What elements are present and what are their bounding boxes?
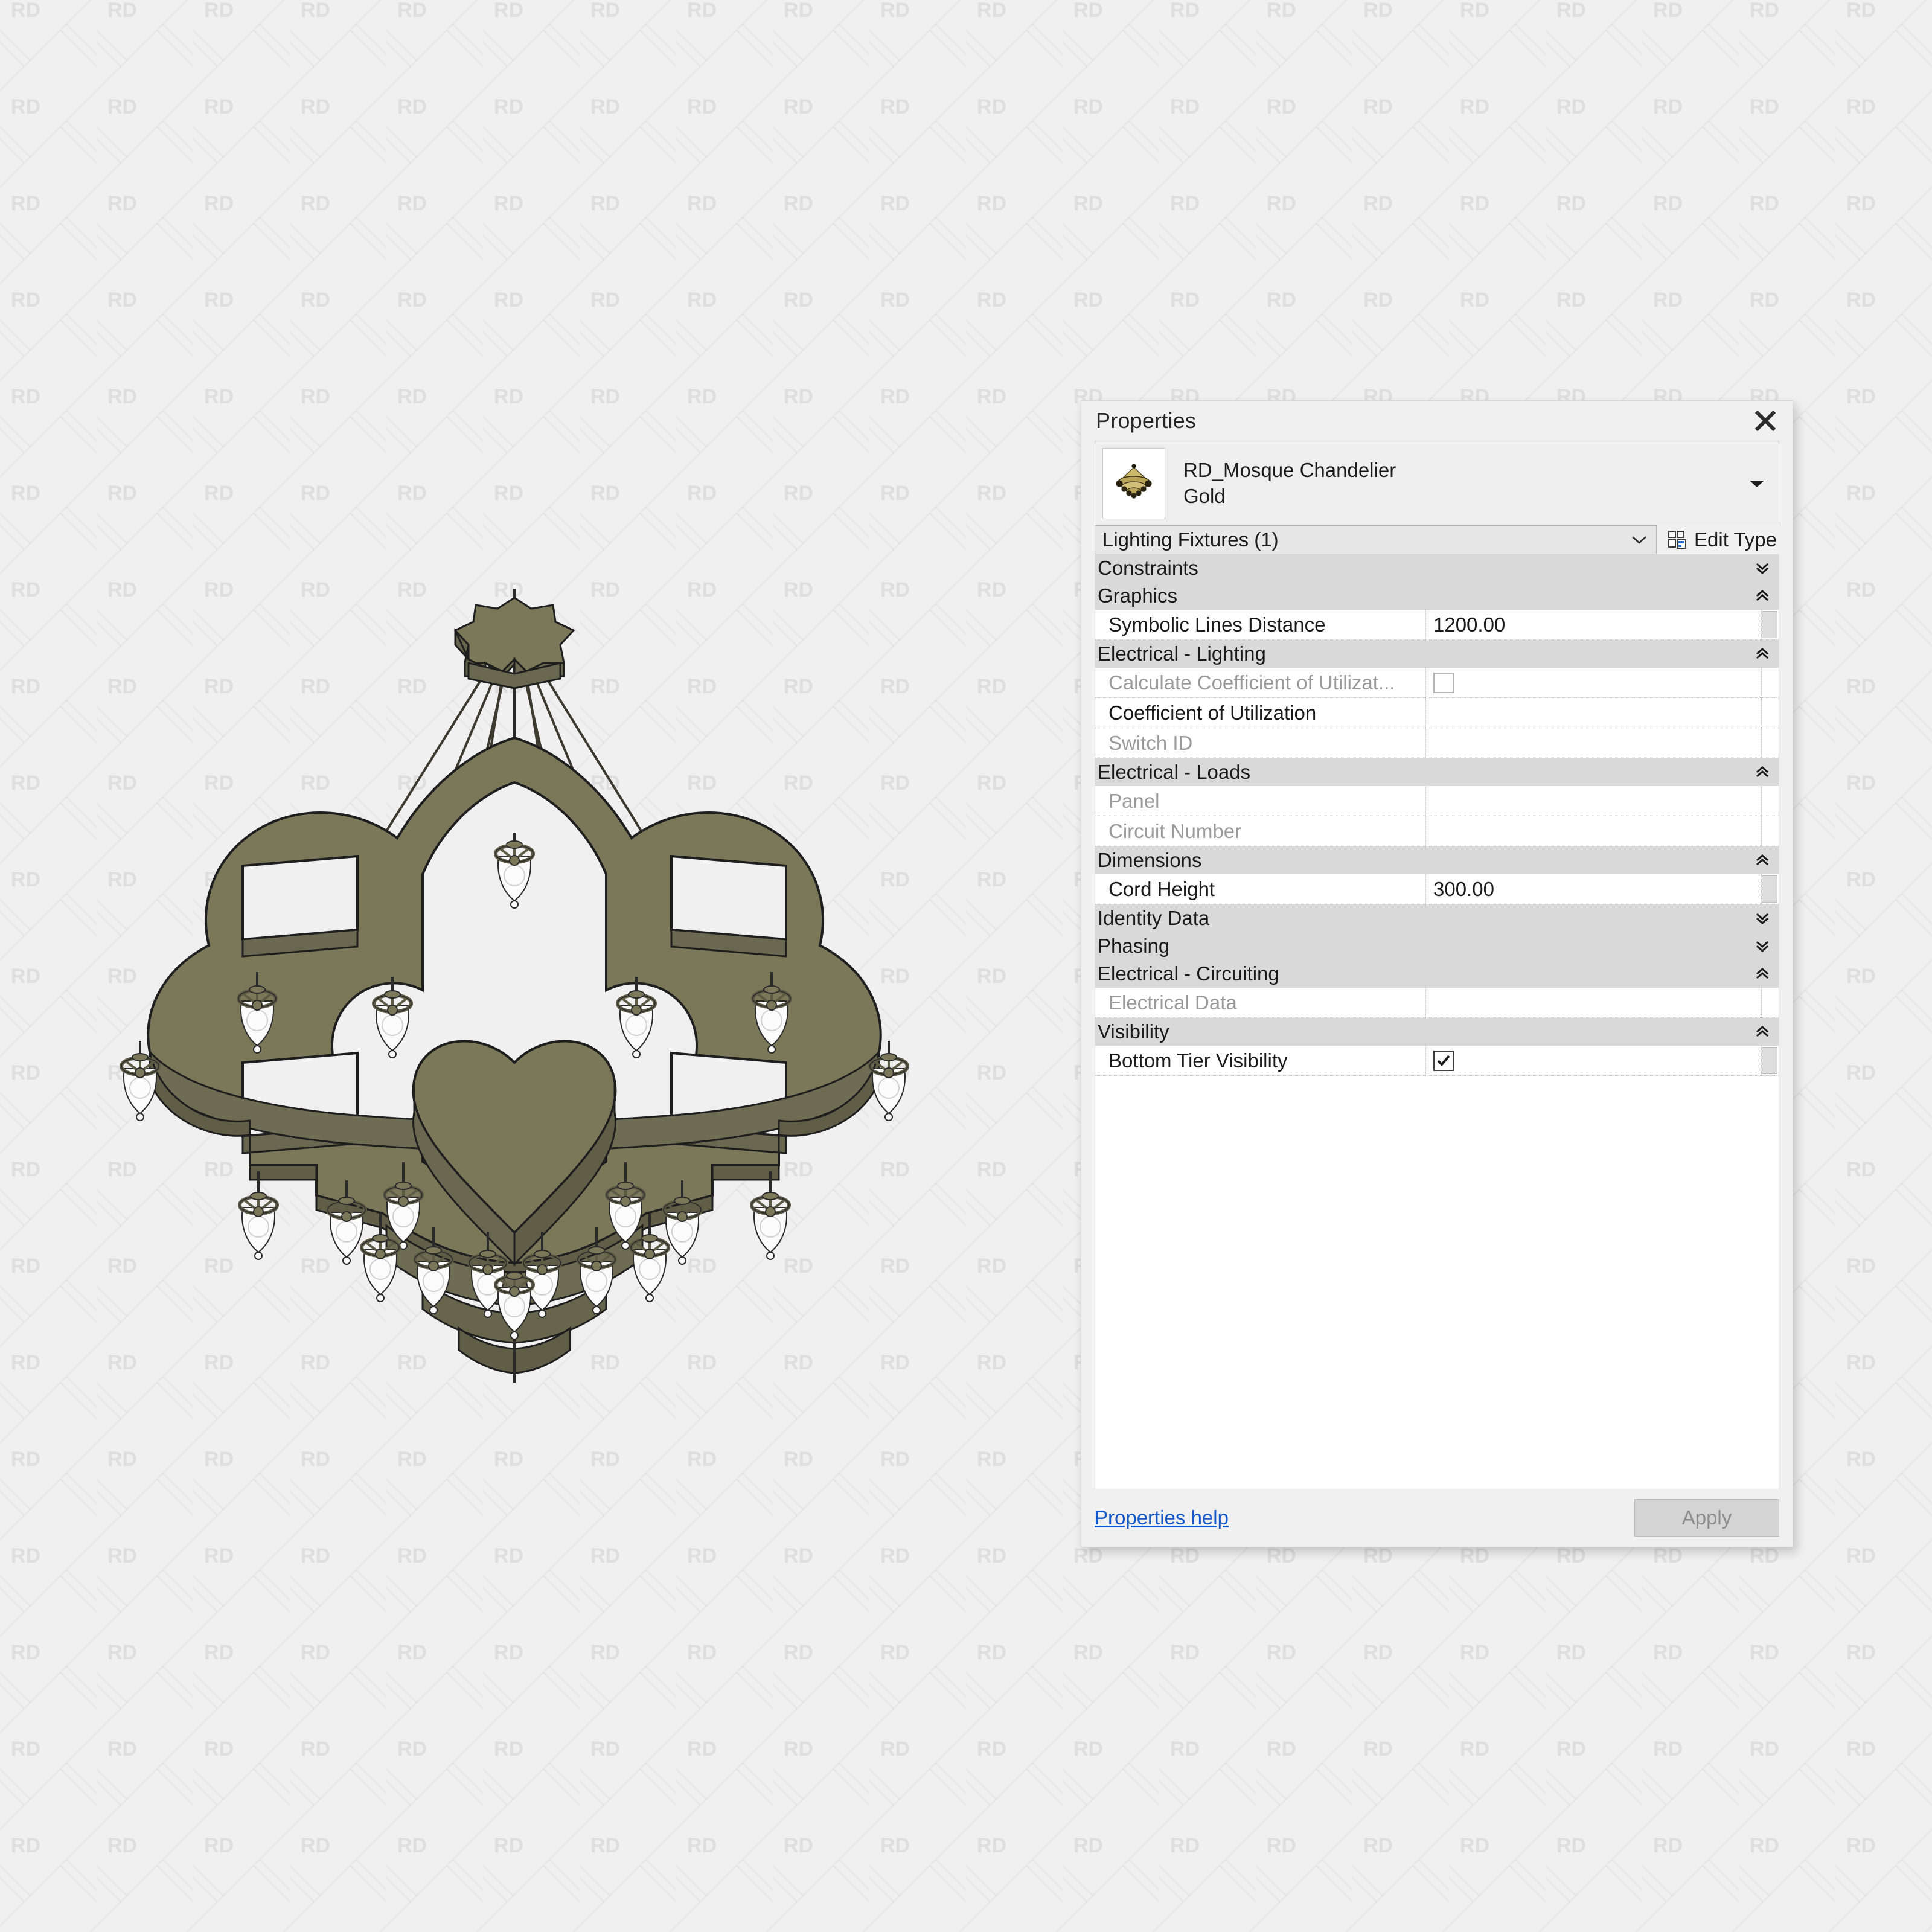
property-group-header[interactable]: Electrical - Lighting [1095, 640, 1779, 668]
property-value-text: 1200.00 [1433, 613, 1506, 636]
category-select-value: Lighting Fixtures (1) [1102, 528, 1279, 551]
property-row[interactable]: Symbolic Lines Distance 1200.00 [1095, 610, 1779, 640]
property-group-label: Electrical - Lighting [1098, 642, 1266, 665]
property-row[interactable]: Circuit Number [1095, 816, 1779, 846]
apply-button[interactable]: Apply [1634, 1499, 1779, 1537]
properties-help-link[interactable]: Properties help [1095, 1506, 1229, 1529]
property-label: Calculate Coefficient of Utilizat... [1095, 668, 1426, 697]
property-group-label: Constraints [1098, 557, 1198, 579]
property-row[interactable]: Electrical Data [1095, 988, 1779, 1018]
property-spinner-button[interactable] [1762, 875, 1777, 903]
property-group-header[interactable]: Graphics [1095, 582, 1779, 610]
chevron-double-up-icon [1756, 967, 1768, 979]
type-name-line2: Gold [1183, 484, 1226, 507]
property-row[interactable]: Bottom Tier Visibility [1095, 1046, 1779, 1076]
chandelier-3d-drawing [0, 589, 1026, 1383]
chevron-double-down-icon [1756, 913, 1768, 925]
property-value-cell[interactable] [1426, 698, 1762, 728]
category-row[interactable]: Lighting Fixtures (1) Edit Type [1095, 525, 1779, 554]
property-spinner-placeholder [1762, 729, 1777, 756]
chevron-double-up-icon [1756, 589, 1768, 601]
model-view-canvas[interactable] [0, 0, 1026, 1932]
property-group-header[interactable]: Electrical - Circuiting [1095, 960, 1779, 988]
panel-footer: Properties help Apply [1095, 1489, 1779, 1547]
property-value-cell[interactable]: 1200.00 [1426, 610, 1762, 639]
property-value-text: 300.00 [1433, 877, 1494, 900]
chandelier-thumbnail-preview [1102, 447, 1165, 519]
close-icon[interactable] [1751, 407, 1779, 435]
property-checkbox[interactable] [1433, 672, 1454, 693]
chevron-double-down-icon [1756, 941, 1768, 953]
properties-grid[interactable]: Constraints Graphics Symbolic Lines Distan… [1095, 554, 1779, 1489]
property-label: Bottom Tier Visibility [1095, 1046, 1426, 1075]
check-icon [1437, 1055, 1450, 1066]
property-label: Switch ID [1095, 728, 1426, 758]
chevron-down-icon [1632, 536, 1646, 544]
property-group-header[interactable]: Constraints [1095, 554, 1779, 582]
property-group-label: Graphics [1098, 584, 1178, 607]
property-spinner-placeholder [1762, 669, 1777, 696]
property-group-label: Electrical - Circuiting [1098, 962, 1279, 985]
property-row[interactable]: Panel [1095, 786, 1779, 816]
property-spinner-placeholder [1762, 817, 1777, 845]
property-group-label: Identity Data [1098, 907, 1210, 929]
type-name: RD_Mosque Chandelier Gold [1183, 458, 1745, 508]
family-name: RD_Mosque Chandelier [1183, 459, 1396, 482]
property-spinner-placeholder [1762, 787, 1777, 814]
property-label: Circuit Number [1095, 816, 1426, 846]
type-selector-header[interactable]: RD_Mosque Chandelier Gold [1095, 441, 1779, 525]
property-checkbox[interactable] [1433, 1050, 1454, 1071]
property-value-cell[interactable] [1426, 988, 1762, 1017]
property-group-header[interactable]: Dimensions [1095, 846, 1779, 874]
property-value-cell[interactable] [1426, 1046, 1762, 1075]
edit-type-label: Edit Type [1694, 528, 1777, 551]
chevron-double-down-icon [1756, 563, 1768, 575]
panel-titlebar[interactable]: Properties [1081, 401, 1793, 441]
category-select[interactable]: Lighting Fixtures (1) [1095, 525, 1657, 554]
properties-palette[interactable]: Properties RD_Mosque Chandelier Gold Lig… [1081, 400, 1793, 1547]
edit-type-button[interactable]: Edit Type [1657, 525, 1779, 554]
edit-type-icon [1668, 531, 1687, 549]
property-label: Coefficient of Utilization [1095, 698, 1426, 728]
chandelier-thumbnail-icon [1116, 463, 1152, 499]
property-value-cell[interactable]: 300.00 [1426, 874, 1762, 904]
property-group-label: Electrical - Loads [1098, 761, 1251, 783]
property-spinner-button[interactable] [1762, 611, 1777, 638]
property-spinner-placeholder [1762, 699, 1777, 726]
crown-canopy [453, 597, 575, 689]
chevron-double-up-icon [1756, 766, 1768, 778]
property-row[interactable]: Switch ID [1095, 728, 1779, 758]
property-group-header[interactable]: Identity Data [1095, 904, 1779, 932]
page-title: Properties [1096, 408, 1197, 433]
property-spinner-button[interactable] [1762, 1047, 1777, 1074]
property-label: Panel [1095, 786, 1426, 816]
property-group-label: Phasing [1098, 935, 1170, 957]
property-group-header[interactable]: Electrical - Loads [1095, 758, 1779, 786]
property-value-cell[interactable] [1426, 668, 1762, 697]
property-group-header[interactable]: Visibility [1095, 1018, 1779, 1046]
chevron-double-up-icon [1756, 854, 1768, 866]
property-label: Electrical Data [1095, 988, 1426, 1017]
chevron-double-up-icon [1756, 1025, 1768, 1037]
property-value-cell[interactable] [1426, 728, 1762, 758]
property-value-cell[interactable] [1426, 816, 1762, 846]
property-group-label: Visibility [1098, 1020, 1169, 1043]
property-row[interactable]: Cord Height 300.00 [1095, 874, 1779, 904]
property-spinner-placeholder [1762, 989, 1777, 1016]
property-label: Symbolic Lines Distance [1095, 610, 1426, 639]
property-row[interactable]: Coefficient of Utilization [1095, 698, 1779, 728]
chevron-double-up-icon [1756, 647, 1768, 659]
property-value-cell[interactable] [1426, 786, 1762, 816]
screen: RD [0, 0, 1932, 1932]
property-label: Cord Height [1095, 874, 1426, 904]
property-group-header[interactable]: Phasing [1095, 932, 1779, 960]
chandelier-geometry [121, 589, 907, 1383]
chevron-down-icon[interactable] [1745, 472, 1769, 496]
property-group-label: Dimensions [1098, 849, 1202, 871]
property-row[interactable]: Calculate Coefficient of Utilizat... [1095, 668, 1779, 698]
